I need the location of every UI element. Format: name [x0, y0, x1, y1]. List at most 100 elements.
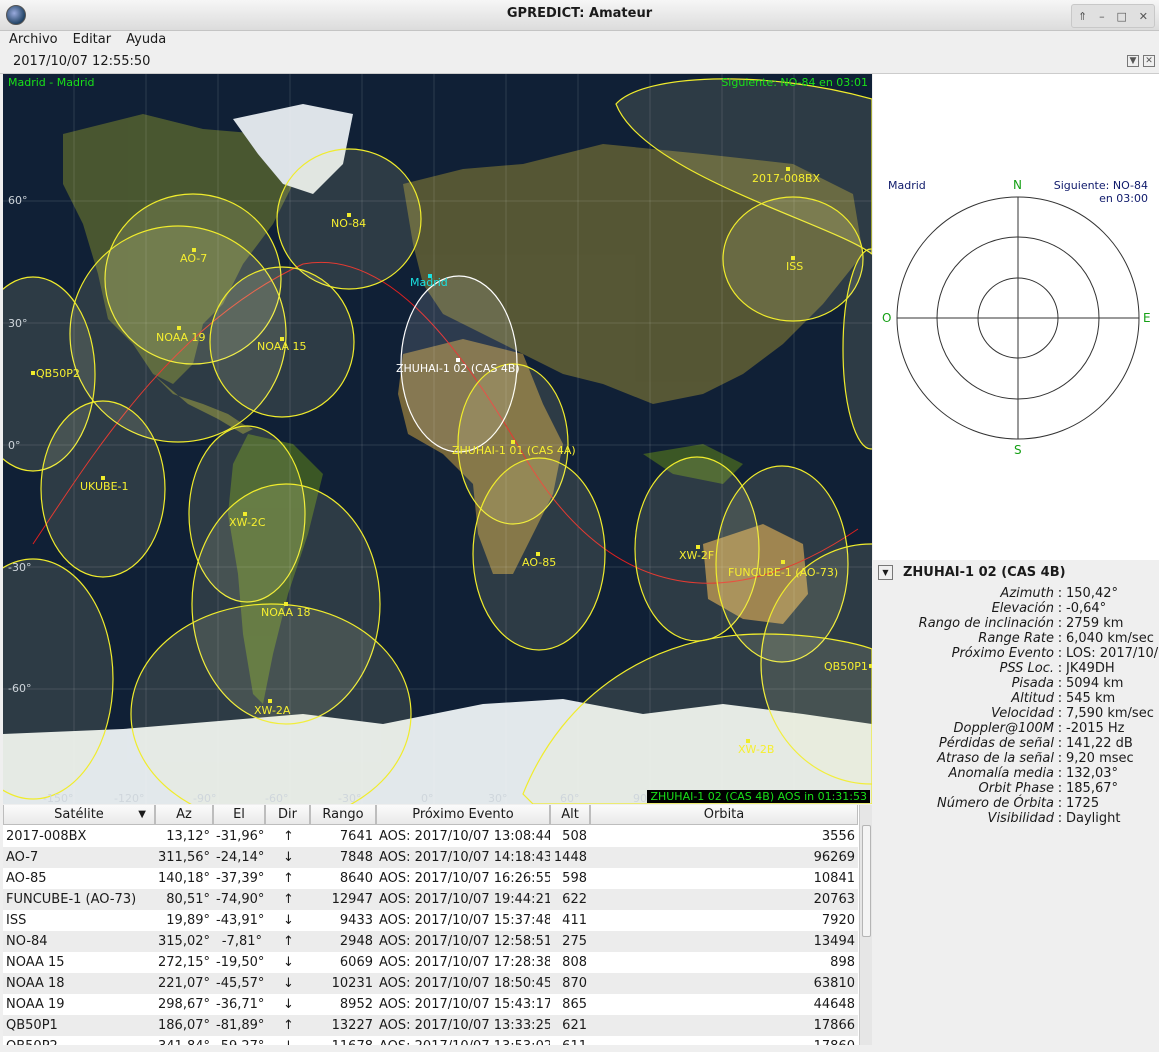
- table-cell: 808: [562, 955, 587, 970]
- polar-west: O: [882, 311, 892, 325]
- info-row: Pisada:5094 km: [873, 676, 1159, 691]
- col-header-range[interactable]: Rango: [310, 805, 376, 825]
- table-cell: -24,14°: [216, 850, 265, 865]
- table-row[interactable]: FUNCUBE-1 (AO-73) 80,51° -74,90° ↑ 12947 AOS:…: [3, 889, 858, 910]
- table-cell: QB50P1: [6, 1018, 58, 1033]
- satellite-info-panel: ▼ ZHUHAI-1 02 (CAS 4B) Azimuth:150,42° E…: [873, 560, 1159, 1040]
- sat-label[interactable]: QB50P1: [824, 660, 868, 673]
- table-cell: 8640: [339, 871, 373, 886]
- polar-view[interactable]: Madrid Siguiente: NO-84 en 03:00 N S E O: [873, 74, 1159, 560]
- table-cell: AO-7: [6, 850, 39, 865]
- menu-archivo[interactable]: Archivo: [0, 31, 64, 47]
- sat-label[interactable]: NOAA 15: [257, 340, 307, 353]
- sat-label[interactable]: ZHUHAI-1 01 (CAS 4A): [452, 444, 576, 457]
- sat-label-selected[interactable]: ZHUHAI-1 02 (CAS 4B): [396, 362, 520, 375]
- sat-label[interactable]: XW-2A: [254, 704, 290, 717]
- info-value: -2015 Hz: [1066, 721, 1125, 736]
- station-label: Madrid: [410, 276, 448, 289]
- maximize-icon[interactable]: □: [1116, 10, 1126, 23]
- satellite-list: Satélite ▼ Az El Dir Rango Próximo Evento…: [3, 805, 872, 1045]
- table-row[interactable]: 2017-008BX 13,12° -31,96° ↑ 7641 AOS: 2017/10…: [3, 826, 858, 847]
- table-cell: 341,84°: [155, 1036, 213, 1045]
- module-close-icon[interactable]: ✕: [1143, 55, 1155, 67]
- table-cell: ↑: [283, 871, 294, 886]
- info-row: Pérdidas de señal:141,22 dB: [873, 736, 1159, 751]
- window-titlebar: GPREDICT: Amateur ⇑ – □ ✕: [0, 0, 1159, 31]
- table-row[interactable]: ISS 19,89° -43,91° ↓ 9433 AOS: 2017/10/07 15:…: [3, 910, 858, 931]
- table-cell: ↓: [283, 913, 294, 928]
- sat-label[interactable]: NOAA 19: [156, 331, 206, 344]
- sat-label[interactable]: XW-2F: [679, 549, 714, 562]
- info-menu-icon[interactable]: ▼: [878, 565, 893, 580]
- col-header-az[interactable]: Az: [155, 805, 213, 825]
- table-row[interactable]: QB50P1 186,07° -81,89° ↑ 13227 AOS: 2017/10/0…: [3, 1015, 858, 1036]
- sat-label[interactable]: FUNCUBE-1 (AO-73): [728, 566, 838, 579]
- menu-ayuda[interactable]: Ayuda: [117, 31, 172, 47]
- map-qth-label: Madrid - Madrid: [8, 76, 95, 89]
- table-row[interactable]: NOAA 15 272,15° -19,50° ↓ 6069 AOS: 2017/10/0…: [3, 952, 858, 973]
- sat-label[interactable]: AO-85: [522, 556, 556, 569]
- minimize-icon[interactable]: –: [1099, 10, 1105, 23]
- info-rows: Azimuth:150,42° Elevación: -0,64° Rango d…: [873, 586, 1159, 826]
- close-icon[interactable]: ✕: [1139, 10, 1148, 23]
- info-value: 141,22 dB: [1066, 736, 1133, 751]
- sat-label[interactable]: 2017-008BX: [752, 172, 820, 185]
- lat-label: -60°: [8, 682, 32, 695]
- col-header-orbit[interactable]: Orbita: [590, 805, 858, 825]
- table-row[interactable]: AO-85 140,18° -37,39° ↑ 8640 AOS: 2017/10/07 …: [3, 868, 858, 889]
- col-header-el[interactable]: El: [213, 805, 265, 825]
- sat-label[interactable]: XW-2C: [229, 516, 266, 529]
- table-scrollbar[interactable]: [859, 805, 872, 1045]
- table-row[interactable]: QB50P2341,84°-59,27°↓11678AOS: 2017/10/0…: [3, 1036, 858, 1045]
- lat-label: 30°: [8, 317, 28, 330]
- info-key: Range Rate: [978, 631, 1054, 646]
- lon-label: 0°: [421, 792, 434, 804]
- info-row: Próximo Evento:LOS: 2017/10/07 12:: [873, 646, 1159, 661]
- col-header-next-event[interactable]: Próximo Evento: [376, 805, 550, 825]
- table-body: 2017-008BX 13,12° -31,96° ↑ 7641 AOS: 2017/10…: [3, 826, 858, 1045]
- world-map[interactable]: Madrid - Madrid Siguiente: NO-84 en 03:0…: [3, 74, 872, 804]
- clock-label: 2017/10/07 12:55:50: [13, 54, 151, 69]
- table-cell: NOAA 19: [6, 997, 65, 1012]
- table-row[interactable]: NO-84 315,02° -7,81° ↑ 2948 AOS: 2017/10/07 1…: [3, 931, 858, 952]
- info-row: Velocidad:7,590 km/sec: [873, 706, 1159, 721]
- sat-label[interactable]: NOAA 18: [261, 606, 311, 619]
- table-row[interactable]: NOAA 19 298,67° -36,71° ↓ 8952 AOS: 2017/10/0…: [3, 994, 858, 1015]
- shade-icon[interactable]: ⇑: [1078, 10, 1087, 23]
- info-value: -0,64°: [1066, 601, 1107, 616]
- sat-label[interactable]: XW-2B: [738, 743, 774, 756]
- table-cell: 221,07°: [158, 976, 210, 991]
- sat-label[interactable]: QB50P2: [36, 367, 80, 380]
- col-header-alt[interactable]: Alt: [550, 805, 590, 825]
- info-row: Anomalía media:132,03°: [873, 766, 1159, 781]
- table-cell: 508: [562, 829, 587, 844]
- module-menu-icon[interactable]: ▼: [1127, 55, 1139, 67]
- sat-label[interactable]: UKUBE-1: [80, 480, 129, 493]
- info-value: 2759 km: [1066, 616, 1124, 631]
- table-cell: ↓: [283, 976, 294, 991]
- info-value: 1725: [1066, 796, 1100, 811]
- table-row[interactable]: NOAA 18 221,07° -45,57° ↓ 10231 AOS: 2017/10/…: [3, 973, 858, 994]
- info-key: Atraso de la señal: [937, 751, 1054, 766]
- menu-editar[interactable]: Editar: [64, 31, 118, 47]
- table-row[interactable]: AO-7 311,56° -24,14° ↓ 7848 AOS: 2017/10/07 1…: [3, 847, 858, 868]
- info-key: Rango de inclinación: [918, 616, 1054, 631]
- sat-label[interactable]: AO-7: [180, 252, 207, 265]
- info-key: Orbit Phase: [978, 781, 1055, 796]
- sat-label[interactable]: ISS: [786, 260, 803, 273]
- col-header-dir[interactable]: Dir: [265, 805, 310, 825]
- table-cell: 870: [562, 976, 587, 991]
- scrollbar-thumb[interactable]: [862, 825, 871, 937]
- info-key: Número de Órbita: [937, 796, 1054, 811]
- table-cell: 17866: [813, 1018, 855, 1033]
- table-cell: 898: [830, 955, 855, 970]
- table-cell: 865: [562, 997, 587, 1012]
- sat-label[interactable]: NO-84: [331, 217, 366, 230]
- info-key: Altitud: [1011, 691, 1054, 706]
- table-cell: AOS: 2017/10/07 12:58:51: [379, 934, 550, 949]
- table-cell: 12947: [331, 892, 373, 907]
- col-header-satellite[interactable]: Satélite ▼: [3, 805, 155, 825]
- table-cell: 411: [562, 913, 587, 928]
- info-value: 6,040 km/sec: [1066, 631, 1154, 646]
- table-cell: AOS: 2017/10/07 14:18:43: [379, 850, 550, 865]
